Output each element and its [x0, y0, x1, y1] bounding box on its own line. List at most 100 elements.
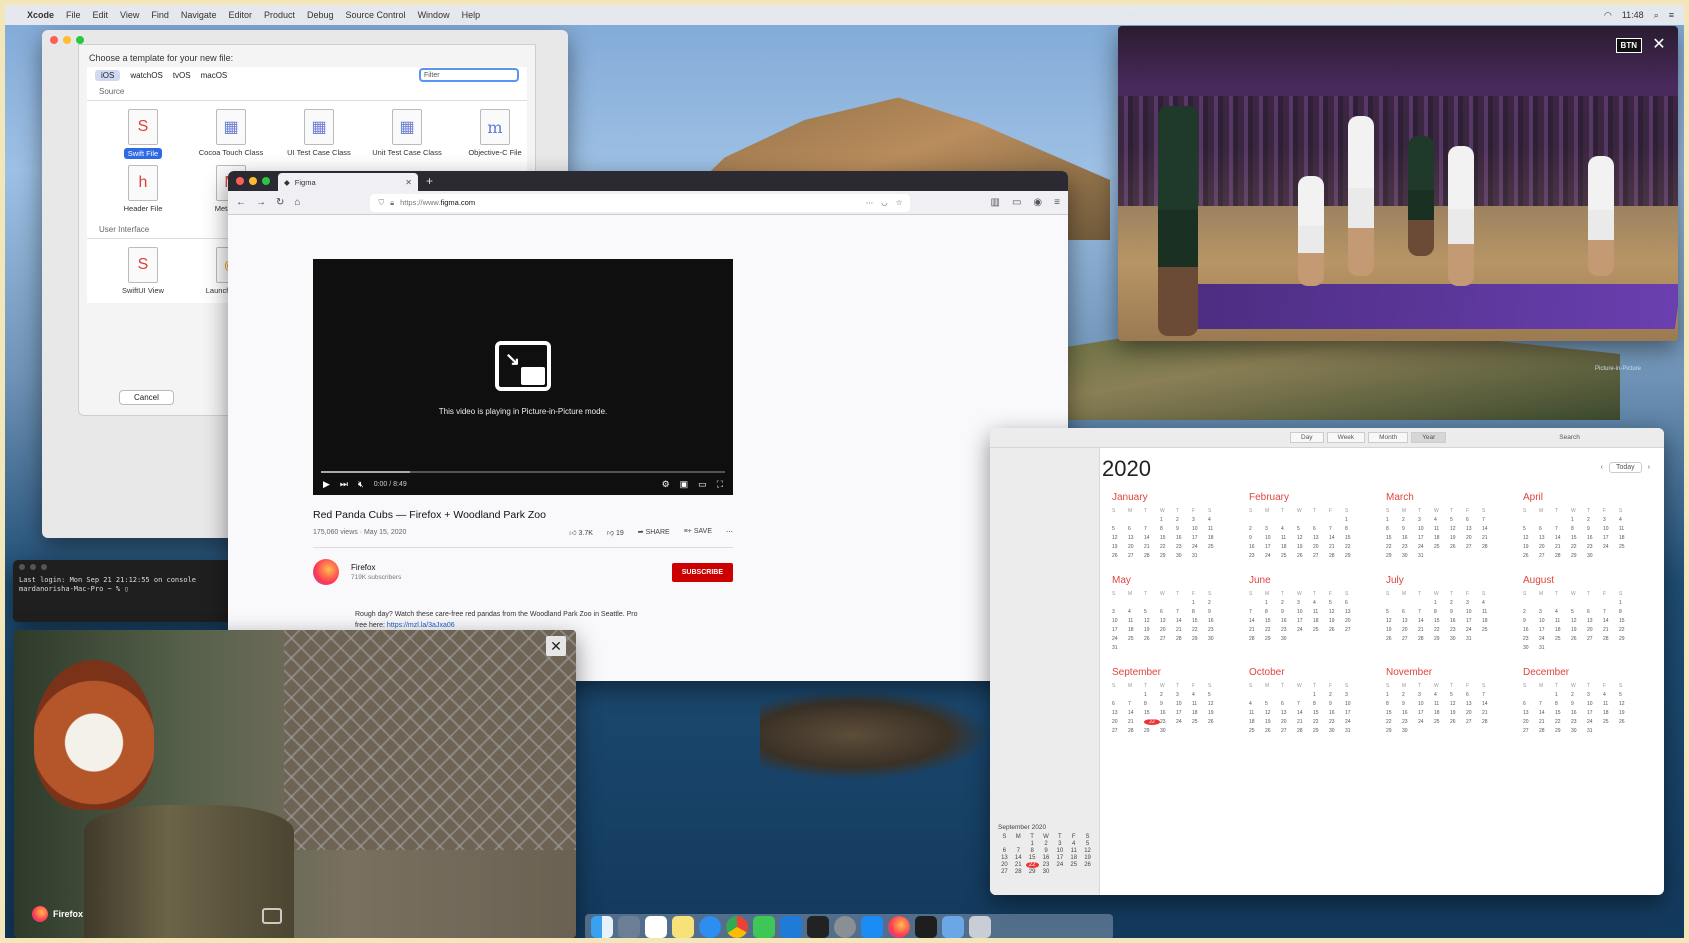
day-cell[interactable]: 16	[1402, 710, 1418, 716]
day-cell[interactable]: 29	[1144, 728, 1160, 734]
day-cell[interactable]: 14	[1297, 710, 1313, 716]
day-cell[interactable]: 30	[1587, 553, 1603, 559]
day-cell[interactable]: 26	[1297, 553, 1313, 559]
day-cell[interactable]: 11	[1555, 618, 1571, 624]
mini-day-cell[interactable]: 7	[1012, 848, 1025, 854]
day-cell[interactable]: 30	[1281, 636, 1297, 642]
day-cell[interactable]: 25	[1482, 627, 1498, 633]
day-cell[interactable]: 16	[1249, 544, 1265, 550]
day-cell[interactable]: 5	[1265, 701, 1281, 707]
mini-day-cell[interactable]: 8	[1026, 848, 1039, 854]
day-cell[interactable]: 24	[1418, 544, 1434, 550]
day-cell[interactable]: 17	[1539, 627, 1555, 633]
day-cell[interactable]: 27	[1345, 627, 1361, 633]
day-cell[interactable]: 27	[1112, 728, 1128, 734]
day-cell[interactable]: 3	[1466, 600, 1482, 606]
day-cell[interactable]: 3	[1418, 517, 1434, 523]
day-cell[interactable]: 15	[1313, 710, 1329, 716]
mini-day-cell[interactable]: 23	[1040, 862, 1053, 868]
day-cell[interactable]: 5	[1523, 526, 1539, 532]
day-cell[interactable]: 28	[1128, 728, 1144, 734]
day-cell[interactable]: 23	[1402, 544, 1418, 550]
day-cell[interactable]: 21	[1249, 627, 1265, 633]
month-september[interactable]: September S M T W T F S 1 2 3 4 5 6 7 8 9 10 11 12 13 14 15 16 1…	[1112, 667, 1249, 734]
template-unit-test-case-class[interactable]: ▦ Unit Test Case Class	[363, 109, 451, 159]
day-cell[interactable]: 19	[1386, 627, 1402, 633]
safari-icon[interactable]	[699, 916, 721, 938]
day-cell[interactable]: 13	[1112, 710, 1128, 716]
view-month[interactable]: Month	[1368, 432, 1409, 443]
day-cell[interactable]: 10	[1297, 609, 1313, 615]
mini-day-cell[interactable]: 12	[1081, 848, 1094, 854]
day-cell[interactable]: 12	[1112, 535, 1128, 541]
day-cell[interactable]: 18	[1249, 719, 1265, 725]
day-cell[interactable]: 16	[1329, 710, 1345, 716]
day-cell[interactable]: 15	[1386, 710, 1402, 716]
day-cell[interactable]: 24	[1112, 636, 1128, 642]
mini-day-cell[interactable]: 15	[1026, 855, 1039, 861]
day-cell[interactable]: 1	[1571, 517, 1587, 523]
day-cell[interactable]: 29	[1555, 728, 1571, 734]
day-cell[interactable]: 8	[1434, 609, 1450, 615]
day-cell[interactable]: 7	[1418, 609, 1434, 615]
day-cell[interactable]: 27	[1587, 636, 1603, 642]
day-cell[interactable]: 7	[1297, 701, 1313, 707]
day-cell[interactable]: 4	[1434, 692, 1450, 698]
month-june[interactable]: June S M T W T F S 1 2 3 4 5 6 7 8 9 10 11 12 13 14 15 16 17 18 19…	[1249, 575, 1386, 651]
day-cell[interactable]: 23	[1523, 636, 1539, 642]
day-cell[interactable]: 2	[1523, 609, 1539, 615]
day-cell[interactable]: 21	[1482, 710, 1498, 716]
day-cell[interactable]: 8	[1386, 526, 1402, 532]
day-cell[interactable]: 3	[1265, 526, 1281, 532]
day-cell[interactable]: 27	[1402, 636, 1418, 642]
day-cell[interactable]: 31	[1539, 645, 1555, 651]
back-icon[interactable]: ←	[236, 197, 246, 208]
day-cell[interactable]: 21	[1539, 719, 1555, 725]
day-cell[interactable]: 20	[1523, 719, 1539, 725]
day-cell[interactable]: 31	[1192, 553, 1208, 559]
day-cell[interactable]: 28	[1297, 728, 1313, 734]
day-cell[interactable]: 22	[1434, 627, 1450, 633]
zoom-window-icon[interactable]	[76, 36, 84, 44]
mini-day-cell[interactable]: 5	[1081, 841, 1094, 847]
day-cell[interactable]: 4	[1434, 517, 1450, 523]
day-cell[interactable]: 25	[1434, 719, 1450, 725]
day-cell[interactable]: 2	[1329, 692, 1345, 698]
day-cell[interactable]: 4	[1192, 692, 1208, 698]
home-icon[interactable]: ⌂	[294, 197, 300, 208]
month-january[interactable]: January S M T W T F S 1 2 3 4 5 6 7 8 9 10 11 12 13 14 15 16 17 1…	[1112, 492, 1249, 559]
day-cell[interactable]: 4	[1249, 701, 1265, 707]
day-cell[interactable]: 10	[1539, 618, 1555, 624]
day-cell[interactable]: 30	[1208, 636, 1224, 642]
view-day[interactable]: Day	[1290, 432, 1324, 443]
day-cell[interactable]: 2	[1450, 600, 1466, 606]
day-cell[interactable]: 18	[1434, 710, 1450, 716]
day-cell[interactable]: 19	[1329, 618, 1345, 624]
day-cell[interactable]: 24	[1345, 719, 1361, 725]
day-cell[interactable]: 7	[1539, 701, 1555, 707]
more-icon[interactable]: ⋯	[726, 528, 733, 537]
settings-gear-icon[interactable]: ⚙	[662, 479, 670, 490]
day-cell[interactable]: 20	[1587, 627, 1603, 633]
day-cell[interactable]: 5	[1208, 692, 1224, 698]
day-cell[interactable]: 22	[1345, 544, 1361, 550]
day-cell[interactable]: 7	[1329, 526, 1345, 532]
mini-day-cell[interactable]: 9	[1040, 848, 1053, 854]
day-cell[interactable]: 30	[1329, 728, 1345, 734]
day-cell[interactable]: 29	[1192, 636, 1208, 642]
tab-macos[interactable]: macOS	[201, 71, 228, 80]
day-cell[interactable]: 6	[1466, 692, 1482, 698]
day-cell[interactable]: 10	[1176, 701, 1192, 707]
day-cell[interactable]: 18	[1281, 544, 1297, 550]
day-cell[interactable]: 4	[1208, 517, 1224, 523]
close-tab-icon[interactable]: ✕	[405, 178, 412, 187]
mini-day-cell[interactable]: 14	[1012, 855, 1025, 861]
day-cell[interactable]: 22	[1313, 719, 1329, 725]
day-cell[interactable]: 13	[1523, 710, 1539, 716]
day-cell[interactable]: 10	[1418, 526, 1434, 532]
mini-day-cell[interactable]: 1	[1026, 841, 1039, 847]
day-cell[interactable]: 25	[1208, 544, 1224, 550]
day-cell[interactable]: 20	[1466, 535, 1482, 541]
clock[interactable]: 11:48	[1622, 10, 1644, 21]
day-cell[interactable]: 13	[1281, 710, 1297, 716]
